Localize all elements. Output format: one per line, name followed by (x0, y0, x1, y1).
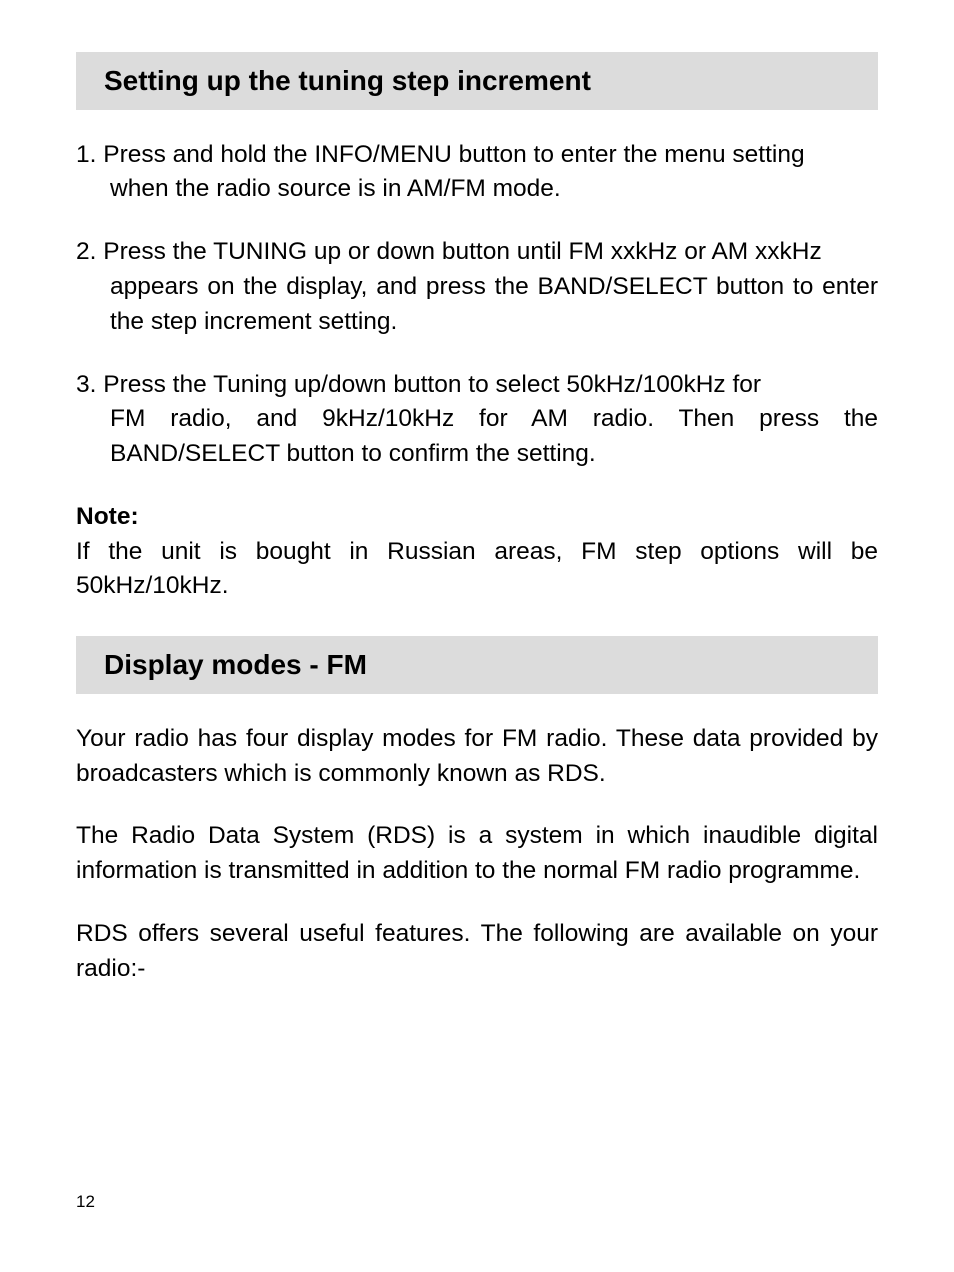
step-3: 3. Press the Tuning up/down button to se… (76, 368, 878, 472)
step-2-number: 2. (76, 238, 96, 265)
section-heading-display-modes: Display modes - FM (76, 636, 878, 694)
step-3-first-line: Press the Tuning up/down button to selec… (103, 371, 761, 398)
step-3-continuation: FM radio, and 9kHz/10kHz for AM radio. T… (76, 402, 878, 472)
step-1-number: 1. (76, 141, 96, 168)
page-number: 12 (76, 1192, 95, 1212)
paragraph-3: RDS offers several useful features. The … (76, 917, 878, 987)
step-2: 2. Press the TUNING up or down button un… (76, 235, 878, 339)
step-2-continuation: appears on the display, and press the BA… (76, 270, 878, 340)
note-body: If the unit is bought in Russian areas, … (76, 535, 878, 605)
step-1-continuation: when the radio source is in AM/FM mode. (76, 172, 878, 207)
step-1-first-line: Press and hold the INFO/MENU button to e… (103, 141, 804, 168)
page: Setting up the tuning step increment 1. … (0, 0, 954, 1272)
step-2-first-line: Press the TUNING up or down button until… (103, 238, 821, 265)
section-heading-tuning-step: Setting up the tuning step increment (76, 52, 878, 110)
paragraph-1: Your radio has four display modes for FM… (76, 722, 878, 792)
step-1: 1. Press and hold the INFO/MENU button t… (76, 138, 878, 208)
note-label: Note: (76, 500, 878, 535)
step-3-number: 3. (76, 371, 96, 398)
paragraph-2: The Radio Data System (RDS) is a system … (76, 819, 878, 889)
